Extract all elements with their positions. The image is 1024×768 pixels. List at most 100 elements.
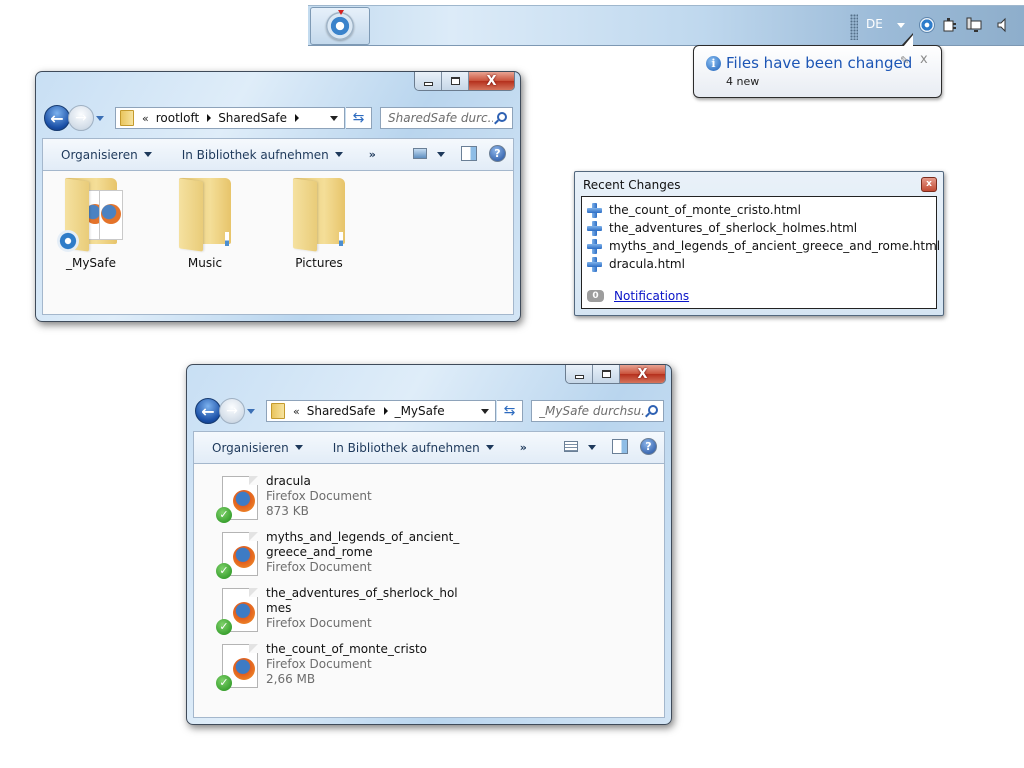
organize-menu[interactable]: Organisieren — [212, 441, 303, 455]
notification-balloon[interactable]: i Files have been changed 4 new ✎ x — [693, 33, 942, 98]
panel-close-button[interactable]: x — [921, 177, 937, 192]
language-indicator[interactable]: DE — [866, 17, 883, 31]
preview-pane-icon[interactable] — [612, 439, 628, 454]
caption-buttons: X — [565, 365, 666, 384]
more-commands-button[interactable]: » — [520, 441, 527, 454]
explorer-window-sharedsafe: X ← → « rootloft SharedSafe ⇆ SharedSafe… — [35, 71, 521, 322]
help-icon[interactable]: ? — [489, 145, 506, 162]
changed-file-name: myths_and_legends_of_ancient_greece_and_… — [609, 239, 941, 253]
help-icon[interactable]: ? — [640, 438, 657, 455]
file-type: Firefox Document — [266, 616, 372, 630]
breadcrumb-item[interactable]: SharedSafe — [307, 404, 376, 418]
power-icon[interactable] — [942, 17, 958, 33]
address-dropdown-icon[interactable] — [481, 409, 489, 414]
sharedsafe-logo-icon — [326, 10, 354, 40]
breadcrumb-item[interactable]: SharedSafe — [218, 111, 287, 125]
address-bar[interactable]: « SharedSafe _MySafe — [266, 400, 496, 422]
view-dropdown-icon[interactable] — [588, 445, 596, 450]
preview-pane-icon[interactable] — [461, 146, 477, 161]
more-commands-button[interactable]: » — [369, 148, 376, 161]
folder-item-mysafe[interactable]: _MySafe — [46, 176, 136, 270]
folder-label: Pictures — [295, 256, 343, 270]
chevron-down-icon — [334, 152, 343, 157]
back-button[interactable]: ← — [195, 398, 221, 424]
balloon-options-icon[interactable]: ✎ — [900, 54, 912, 67]
list-item[interactable]: the_adventures_of_sherlock_holmes.html — [587, 219, 857, 237]
breadcrumb-separator-icon[interactable] — [383, 407, 388, 415]
refresh-button[interactable]: ⇆ — [346, 107, 372, 129]
back-button[interactable]: ← — [44, 105, 70, 131]
minimize-icon — [423, 82, 433, 86]
change-view-icon[interactable] — [564, 441, 578, 452]
maximize-button[interactable] — [442, 72, 469, 90]
volume-icon[interactable] — [994, 17, 1010, 33]
address-bar[interactable]: « rootloft SharedSafe — [115, 107, 345, 129]
organize-label: Organisieren — [61, 147, 138, 162]
close-button[interactable]: X — [469, 72, 514, 90]
file-name: the_adventures_of_sherlock_holmes — [266, 586, 458, 615]
breadcrumb-separator-icon[interactable] — [295, 114, 300, 122]
caption-buttons: X — [414, 72, 515, 91]
navigation-buttons: ← → — [44, 105, 104, 131]
search-icon[interactable] — [497, 112, 507, 122]
breadcrumb-overflow[interactable]: « — [293, 405, 300, 418]
address-dropdown-icon[interactable] — [330, 116, 338, 121]
file-item[interactable]: ✓ the_count_of_monte_cristo Firefox Docum… — [216, 642, 476, 698]
file-name: myths_and_legends_of_ancient_greece_and_… — [266, 530, 460, 559]
breadcrumb-separator-icon[interactable] — [207, 114, 212, 122]
breadcrumb-item[interactable]: _MySafe — [395, 404, 445, 418]
file-name: dracula — [266, 474, 311, 488]
list-item[interactable]: myths_and_legends_of_ancient_greece_and_… — [587, 237, 940, 255]
chevron-down-icon — [485, 445, 494, 450]
file-item[interactable]: ✓ dracula Firefox Document 873 KB — [216, 474, 476, 530]
search-placeholder: SharedSafe durc... — [388, 111, 493, 125]
recent-changes-list: the_count_of_monte_cristo.html the_adven… — [581, 196, 940, 309]
file-type: Firefox Document — [266, 560, 372, 574]
search-input[interactable]: _MySafe durchsu... — [531, 400, 664, 422]
breadcrumb-item[interactable]: rootloft — [156, 111, 199, 125]
file-item[interactable]: ✓ the_adventures_of_sherlock_holmes Firef… — [216, 586, 476, 642]
language-dropdown-icon[interactable] — [897, 23, 905, 28]
maximize-button[interactable] — [593, 365, 620, 383]
file-view: ✓ dracula Firefox Document 873 KB ✓ myths_… — [193, 463, 665, 718]
synced-check-icon: ✓ — [216, 675, 232, 691]
folder-icon — [287, 176, 351, 252]
taskbar-app-sharedsafe[interactable] — [310, 7, 370, 45]
include-in-library-menu[interactable]: In Bibliothek aufnehmen — [182, 148, 343, 162]
minimize-button[interactable] — [566, 365, 593, 383]
notifications-link[interactable]: Notifications — [614, 289, 689, 303]
chevron-down-icon — [143, 152, 152, 157]
added-plus-icon — [587, 220, 602, 236]
organize-label: Organisieren — [212, 440, 289, 455]
search-icon[interactable] — [648, 405, 658, 415]
view-dropdown-icon[interactable] — [437, 152, 445, 157]
balloon-close-button[interactable]: x — [920, 52, 928, 67]
safe-folder-icon — [57, 176, 123, 252]
folder-item-music[interactable]: Music — [160, 176, 250, 270]
breadcrumb-overflow[interactable]: « — [142, 112, 149, 125]
include-in-library-menu[interactable]: In Bibliothek aufnehmen — [333, 441, 494, 455]
minimize-button[interactable] — [415, 72, 442, 90]
forward-button[interactable]: → — [219, 398, 245, 424]
recent-pages-dropdown-icon[interactable] — [96, 115, 104, 121]
minimize-icon — [574, 375, 584, 379]
explorer-window-mysafe: X ← → « SharedSafe _MySafe ⇆ _MySafe dur… — [186, 364, 672, 725]
info-icon: i — [706, 56, 721, 71]
sharedsafe-tray-icon[interactable] — [919, 17, 935, 33]
close-button[interactable]: X — [620, 365, 665, 383]
folder-item-pictures[interactable]: Pictures — [274, 176, 364, 270]
library-label: In Bibliothek aufnehmen — [181, 147, 329, 162]
list-item[interactable]: dracula.html — [587, 255, 685, 273]
refresh-button[interactable]: ⇆ — [497, 400, 523, 422]
folder-icon — [173, 176, 237, 252]
toolbar-grip[interactable] — [850, 14, 858, 40]
recent-pages-dropdown-icon[interactable] — [247, 408, 255, 414]
file-item[interactable]: ✓ myths_and_legends_of_ancient_greece_an… — [216, 530, 476, 586]
forward-button[interactable]: → — [68, 105, 94, 131]
change-view-icon[interactable] — [413, 148, 427, 159]
network-icon[interactable] — [966, 17, 982, 33]
list-item[interactable]: the_count_of_monte_cristo.html — [587, 201, 801, 219]
added-plus-icon — [587, 238, 602, 254]
search-input[interactable]: SharedSafe durc... — [380, 107, 513, 129]
organize-menu[interactable]: Organisieren — [61, 148, 152, 162]
